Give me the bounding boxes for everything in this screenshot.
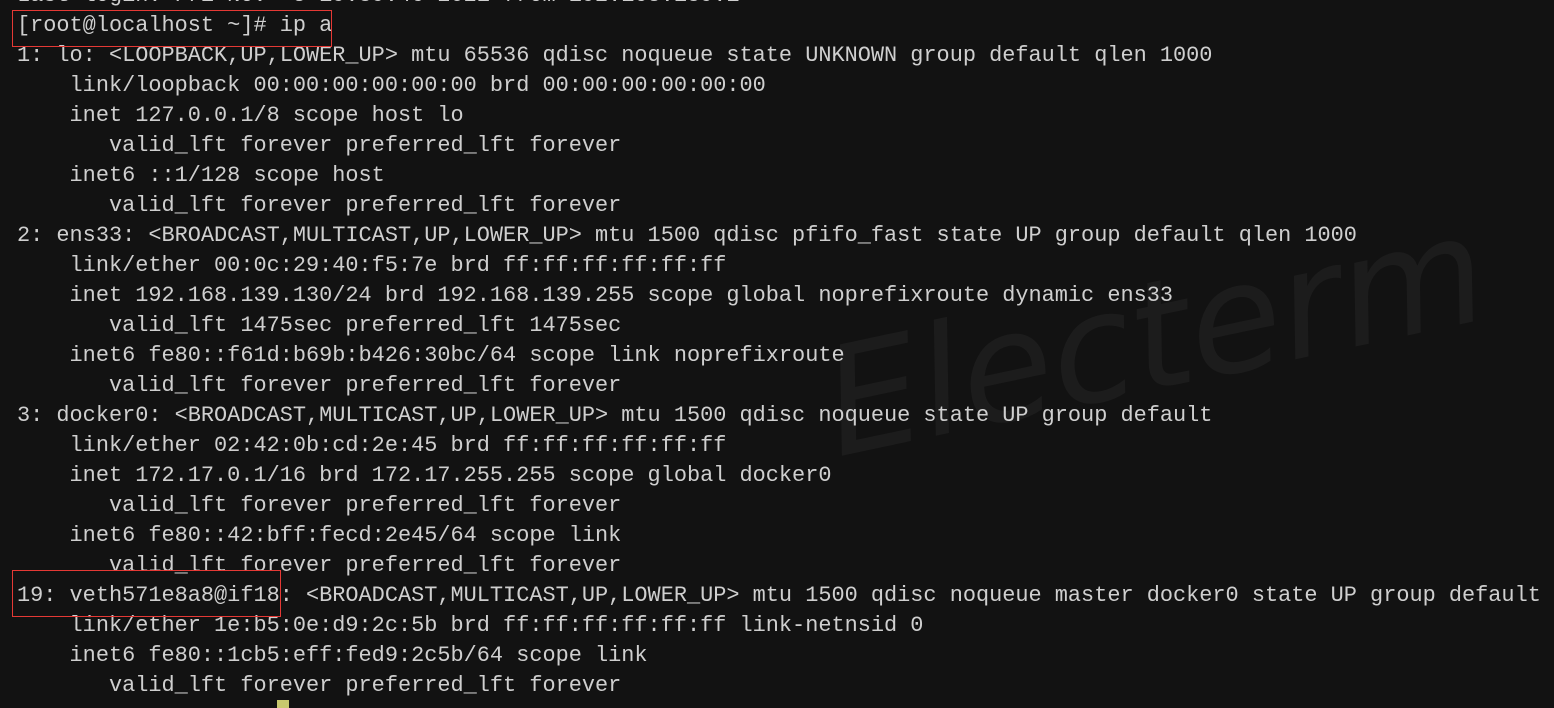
terminal-line: valid_lft forever preferred_lft forever — [17, 133, 622, 158]
terminal-line: link/ether 00:0c:29:40:f5:7e brd ff:ff:f… — [17, 253, 727, 278]
terminal-line: inet 172.17.0.1/16 brd 172.17.255.255 sc… — [17, 463, 832, 488]
terminal-line: inet6 fe80::42:bff:fecd:2e45/64 scope li… — [17, 523, 622, 548]
terminal-line: inet 127.0.0.1/8 scope host lo — [17, 103, 464, 128]
highlight-box-veth-interface — [12, 570, 281, 617]
terminal-line: valid_lft forever preferred_lft forever — [17, 493, 622, 518]
terminal-line: valid_lft forever preferred_lft forever — [17, 373, 622, 398]
terminal-line: inet6 fe80::1cb5:eff:fed9:2c5b/64 scope … — [17, 643, 648, 668]
terminal-line: valid_lft 1475sec preferred_lft 1475sec — [17, 313, 622, 338]
terminal-line: valid_lft forever preferred_lft forever — [17, 673, 622, 698]
terminal-line: link/ether 02:42:0b:cd:2e:45 brd ff:ff:f… — [17, 433, 727, 458]
terminal-line: inet6 ::1/128 scope host — [17, 163, 385, 188]
terminal-line: 2: ens33: <BROADCAST,MULTICAST,UP,LOWER_… — [17, 223, 1357, 248]
terminal-line: 3: docker0: <BROADCAST,MULTICAST,UP,LOWE… — [17, 403, 1213, 428]
terminal-line: valid_lft forever preferred_lft forever — [17, 193, 622, 218]
terminal-cursor — [277, 700, 289, 708]
terminal-line: inet6 fe80::f61d:b69b:b426:30bc/64 scope… — [17, 343, 845, 368]
terminal-line: link/loopback 00:00:00:00:00:00 brd 00:0… — [17, 73, 766, 98]
highlight-box-command — [12, 10, 332, 47]
terminal-line: inet 192.168.139.130/24 brd 192.168.139.… — [17, 283, 1174, 308]
